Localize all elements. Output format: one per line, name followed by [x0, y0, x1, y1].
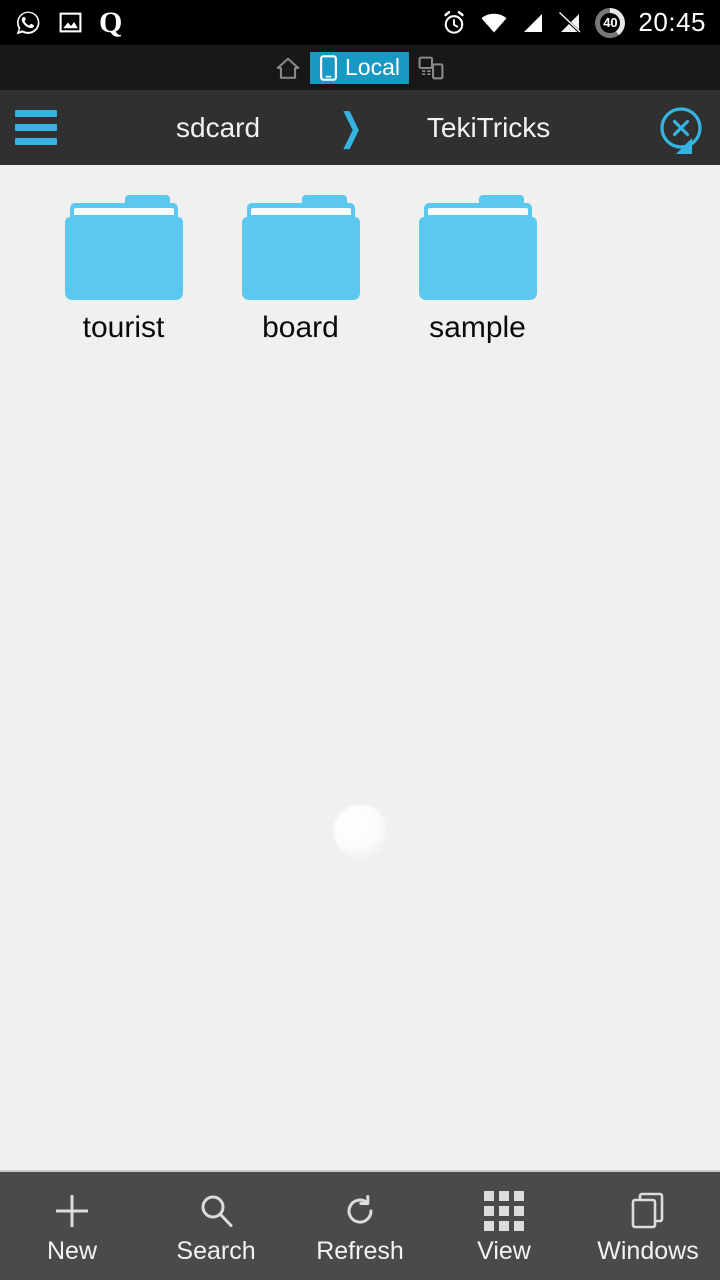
windows-button[interactable]: Windows — [576, 1171, 720, 1280]
search-button[interactable]: Search — [144, 1171, 288, 1280]
grid-view-icon — [484, 1189, 524, 1233]
breadcrumb: sdcard ❯ TekiTricks — [72, 90, 692, 165]
file-item-tourist[interactable]: tourist — [35, 195, 212, 344]
loading-spinner — [334, 805, 386, 857]
file-item-label: sample — [429, 311, 526, 344]
tab-local[interactable]: Local — [310, 51, 409, 84]
file-item-label: board — [262, 311, 339, 344]
plus-icon — [51, 1189, 93, 1233]
hamburger-menu-icon[interactable] — [0, 90, 72, 165]
folder-icon — [241, 195, 360, 300]
status-bar-notifications: Q — [14, 5, 123, 39]
file-item-label: tourist — [82, 311, 165, 344]
status-bar-clock: 20:45 — [638, 7, 706, 37]
whatsapp-icon — [14, 9, 42, 37]
quora-q-icon: Q — [99, 5, 123, 39]
file-item-board[interactable]: board — [212, 195, 389, 344]
windows-button-label: Windows — [597, 1236, 699, 1265]
bottom-toolbar: New Search Refresh View Windows — [0, 1170, 720, 1280]
new-button-label: New — [46, 1236, 97, 1265]
new-button[interactable]: New — [0, 1171, 144, 1280]
network-devices-icon — [418, 55, 445, 81]
tab-network[interactable] — [409, 52, 454, 84]
breadcrumb-item-sdcard[interactable]: sdcard — [176, 113, 260, 142]
corner-resize-indicator-icon — [676, 138, 692, 154]
file-list-area: tourist board sample — [0, 165, 720, 1170]
view-button-label: View — [477, 1236, 531, 1265]
home-icon — [275, 55, 301, 81]
refresh-button[interactable]: Refresh — [288, 1171, 432, 1280]
battery-level-label: 40 — [603, 15, 618, 30]
status-bar: Q 40 20:45 — [0, 0, 720, 45]
status-bar-system-icons: 40 20:45 — [441, 7, 706, 38]
battery-icon: 40 — [595, 7, 626, 38]
refresh-button-label: Refresh — [316, 1236, 404, 1265]
breadcrumb-separator-icon: ❯ — [339, 106, 363, 149]
search-icon — [196, 1189, 236, 1233]
file-manager-screen: Q 40 20:45 Local sdcard ❯ TekiTricks tou… — [0, 0, 720, 1280]
view-button[interactable]: View — [432, 1171, 576, 1280]
alarm-clock-icon — [441, 10, 467, 36]
file-grid: tourist board sample — [0, 195, 720, 344]
storage-tab-row: Local — [0, 45, 720, 90]
signal-bars-icon — [521, 11, 545, 35]
wifi-icon — [480, 11, 508, 35]
folder-icon — [64, 195, 183, 300]
phone-icon — [319, 54, 338, 81]
gallery-image-icon — [58, 10, 83, 35]
path-bar: sdcard ❯ TekiTricks — [0, 90, 720, 165]
tab-home[interactable] — [266, 52, 310, 84]
search-button-label: Search — [176, 1236, 256, 1265]
breadcrumb-item-tekitricks[interactable]: TekiTricks — [427, 113, 550, 142]
refresh-icon — [340, 1189, 380, 1233]
file-item-sample[interactable]: sample — [389, 195, 566, 344]
folder-icon — [418, 195, 537, 300]
no-sim-signal-icon — [558, 11, 582, 35]
tab-local-label: Local — [345, 54, 400, 80]
windows-stack-icon — [628, 1189, 668, 1233]
